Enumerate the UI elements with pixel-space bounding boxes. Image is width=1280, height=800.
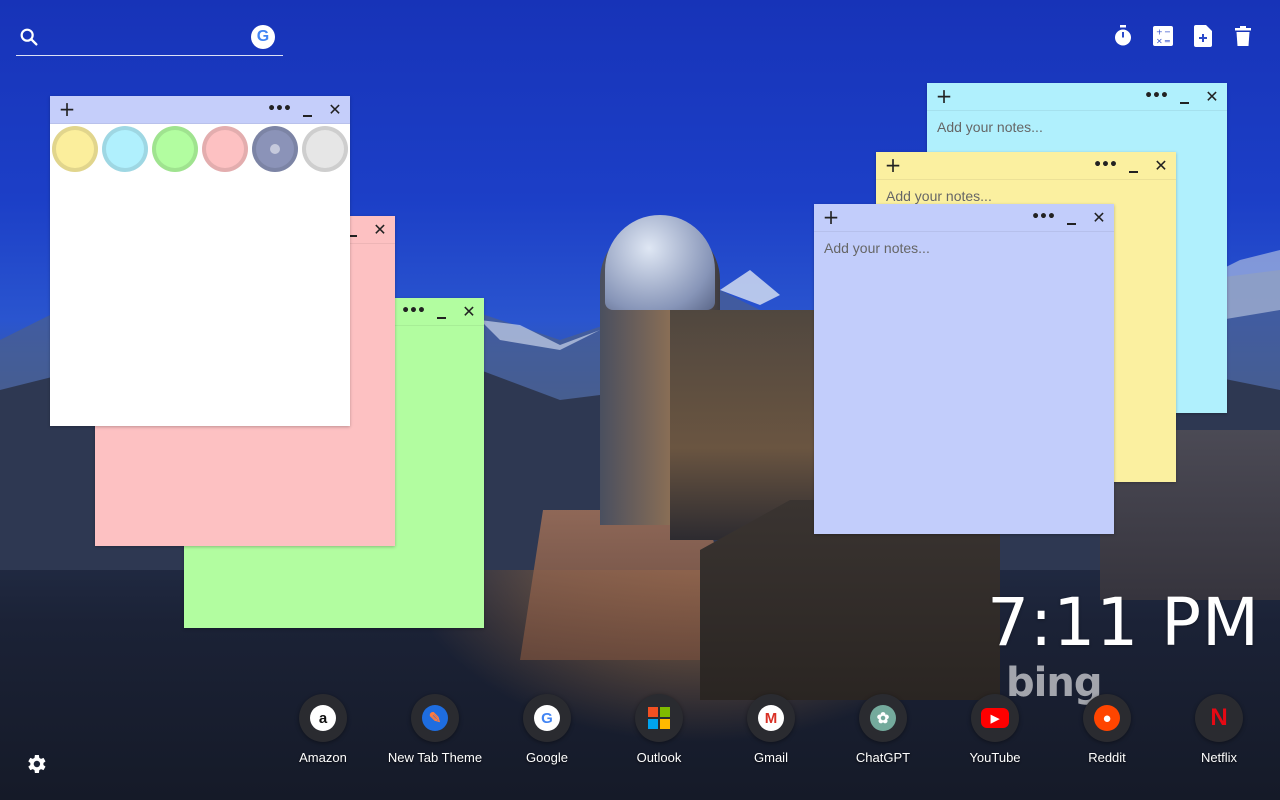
amazon-icon-glyph: a bbox=[310, 705, 336, 731]
shortcut-chatgpt[interactable]: ✿ ChatGPT bbox=[827, 694, 939, 765]
amazon-icon[interactable]: a bbox=[299, 694, 347, 742]
sticky-note-white: + ••• ✕ bbox=[50, 96, 350, 426]
add-note-icon[interactable]: + bbox=[884, 154, 902, 176]
add-note-icon[interactable]: + bbox=[58, 98, 76, 120]
youtube-icon-glyph: ▶ bbox=[981, 708, 1009, 728]
svg-text:−: − bbox=[1164, 28, 1171, 37]
close-icon[interactable]: ✕ bbox=[371, 219, 389, 239]
note-header[interactable]: + ••• ✕ bbox=[876, 152, 1176, 180]
note-text-area[interactable] bbox=[814, 232, 1114, 534]
shortcut-outlook[interactable]: Outlook bbox=[603, 694, 715, 765]
youtube-icon[interactable]: ▶ bbox=[971, 694, 1019, 742]
timer-icon[interactable] bbox=[1112, 24, 1134, 48]
more-options-icon[interactable]: ••• bbox=[267, 99, 292, 119]
search-bar: G bbox=[16, 22, 283, 56]
shortcut-label: Reddit bbox=[1088, 750, 1126, 765]
new-tab-theme-icon-glyph: ✎ bbox=[422, 705, 448, 731]
shortcut-label: Google bbox=[526, 750, 568, 765]
svg-text:+: + bbox=[1156, 28, 1163, 37]
shortcut-label: Outlook bbox=[636, 750, 682, 765]
color-swatch[interactable] bbox=[202, 126, 248, 172]
shortcut-label: New Tab Theme bbox=[387, 750, 483, 765]
shortcut-label: YouTube bbox=[969, 750, 1021, 765]
google-icon[interactable]: G bbox=[523, 694, 571, 742]
close-icon[interactable]: ✕ bbox=[1203, 86, 1221, 106]
gmail-icon-glyph: M bbox=[758, 705, 784, 731]
minimize-icon[interactable] bbox=[1062, 207, 1080, 227]
netflix-icon[interactable]: N bbox=[1195, 694, 1243, 742]
clock: 7:11 PM bbox=[987, 584, 1260, 661]
minimize-icon[interactable] bbox=[432, 301, 450, 321]
minimize-icon[interactable] bbox=[1175, 86, 1193, 106]
google-icon-glyph: G bbox=[534, 705, 560, 731]
shortcut-reddit[interactable]: ● Reddit bbox=[1051, 694, 1163, 765]
chatgpt-icon[interactable]: ✿ bbox=[859, 694, 907, 742]
shortcut-amazon[interactable]: a Amazon bbox=[267, 694, 379, 765]
svg-text:=: = bbox=[1164, 37, 1171, 46]
google-logo-icon[interactable]: G bbox=[251, 25, 275, 49]
color-palette bbox=[52, 126, 348, 172]
shortcut-youtube[interactable]: ▶ YouTube bbox=[939, 694, 1051, 765]
note-header[interactable]: + ••• ✕ bbox=[927, 83, 1227, 111]
gear-icon[interactable] bbox=[24, 752, 48, 776]
close-icon[interactable]: ✕ bbox=[460, 301, 478, 321]
reddit-icon-glyph: ● bbox=[1094, 705, 1120, 731]
close-icon[interactable]: ✕ bbox=[1152, 155, 1170, 175]
reddit-icon[interactable]: ● bbox=[1083, 694, 1131, 742]
note-header[interactable]: + ••• ✕ bbox=[50, 96, 350, 124]
outlook-icon-glyph bbox=[646, 705, 672, 731]
close-icon[interactable]: ✕ bbox=[326, 99, 344, 119]
add-note-icon[interactable]: + bbox=[822, 206, 840, 228]
more-options-icon[interactable]: ••• bbox=[1031, 207, 1056, 227]
note-header[interactable]: + ••• ✕ bbox=[814, 204, 1114, 232]
shortcut-dock: a Amazon ✎ New Tab Theme G Google Outlook M Gmai… bbox=[267, 694, 1275, 765]
top-toolbar: + − × = bbox=[1112, 24, 1254, 48]
new-note-icon[interactable] bbox=[1192, 24, 1214, 48]
color-swatch[interactable] bbox=[302, 126, 348, 172]
color-swatch[interactable] bbox=[152, 126, 198, 172]
netflix-icon-glyph: N bbox=[1210, 704, 1228, 731]
color-swatch[interactable] bbox=[52, 126, 98, 172]
color-swatch[interactable] bbox=[252, 126, 298, 172]
more-options-icon[interactable]: ••• bbox=[401, 301, 426, 321]
minimize-icon[interactable] bbox=[298, 99, 316, 119]
shortcut-label: Gmail bbox=[754, 750, 788, 765]
shortcut-new-tab-theme[interactable]: ✎ New Tab Theme bbox=[379, 694, 491, 765]
shortcut-label: Amazon bbox=[299, 750, 347, 765]
gmail-icon[interactable]: M bbox=[747, 694, 795, 742]
shortcut-label: ChatGPT bbox=[855, 750, 911, 765]
sticky-note-blue: + ••• ✕ bbox=[814, 204, 1114, 534]
close-icon[interactable]: ✕ bbox=[1090, 207, 1108, 227]
shortcut-label: Netflix bbox=[1200, 750, 1238, 765]
outlook-icon[interactable] bbox=[635, 694, 683, 742]
trash-icon[interactable] bbox=[1232, 24, 1254, 48]
svg-text:×: × bbox=[1156, 37, 1163, 46]
color-swatch[interactable] bbox=[102, 126, 148, 172]
shortcut-google[interactable]: G Google bbox=[491, 694, 603, 765]
add-note-icon[interactable]: + bbox=[935, 85, 953, 107]
chatgpt-icon-glyph: ✿ bbox=[870, 705, 896, 731]
new-tab-theme-icon[interactable]: ✎ bbox=[411, 694, 459, 742]
more-options-icon[interactable]: ••• bbox=[1093, 155, 1118, 175]
search-icon[interactable] bbox=[18, 26, 40, 48]
search-input[interactable] bbox=[50, 26, 240, 50]
shortcut-gmail[interactable]: M Gmail bbox=[715, 694, 827, 765]
more-options-icon[interactable]: ••• bbox=[1144, 86, 1169, 106]
minimize-icon[interactable] bbox=[1124, 155, 1142, 175]
calculator-icon[interactable]: + − × = bbox=[1152, 24, 1174, 48]
shortcut-netflix[interactable]: N Netflix bbox=[1163, 694, 1275, 765]
